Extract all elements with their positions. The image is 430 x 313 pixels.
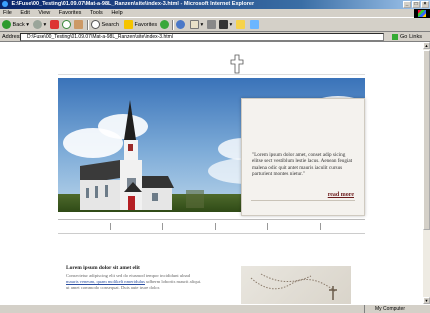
- menu-edit[interactable]: Edit: [20, 10, 29, 16]
- nav-divider: [215, 223, 216, 230]
- section-body: Consectetur adipiscing elit sed do eiusm…: [66, 273, 226, 291]
- refresh-icon: [62, 20, 71, 30]
- stop-button[interactable]: [50, 20, 59, 30]
- nav-divider: [110, 223, 111, 230]
- print-icon: [207, 20, 216, 30]
- discuss-button[interactable]: [236, 20, 245, 30]
- home-icon: [74, 20, 83, 30]
- cross-icon: [230, 54, 244, 74]
- menu-help[interactable]: Help: [111, 10, 122, 16]
- go-button[interactable]: Go: [392, 33, 407, 41]
- body-line-rest: udberm lobortis maurit aliqui.: [144, 279, 202, 284]
- menu-view[interactable]: View: [38, 10, 50, 16]
- chevron-down-icon: ▾: [200, 22, 204, 28]
- toolbar-separator: [87, 20, 89, 30]
- nav-divider: [320, 223, 321, 230]
- history-button[interactable]: [176, 20, 185, 30]
- minimize-button[interactable]: _: [403, 1, 411, 8]
- folder-icon: [236, 20, 245, 30]
- windows-logo-icon: [414, 9, 430, 18]
- menu-tools[interactable]: Tools: [90, 10, 103, 16]
- close-button[interactable]: ×: [421, 1, 429, 8]
- page-viewport: "Lorem ipsum dolor amet, conset adip sic…: [0, 42, 423, 304]
- nav-divider: [162, 223, 163, 230]
- quote-text: "Lorem ipsum dolor amet, conset adip sic…: [252, 152, 353, 178]
- search-label: Search: [101, 22, 119, 28]
- chevron-down-icon: ▾: [26, 22, 30, 28]
- search-icon: [91, 20, 100, 30]
- scroll-thumb[interactable]: [423, 50, 430, 230]
- links-label[interactable]: Links: [409, 32, 422, 42]
- stop-icon: [50, 20, 59, 30]
- body-line: ut amet commodo consequat. Duis aute iru…: [66, 285, 161, 290]
- nav-divider: [267, 223, 268, 230]
- back-arrow-icon: [2, 20, 11, 30]
- messenger-icon: [250, 20, 259, 30]
- home-button[interactable]: [74, 20, 83, 30]
- read-more-link[interactable]: read more: [328, 192, 354, 198]
- mail-button[interactable]: ▾: [190, 20, 203, 30]
- messenger-button[interactable]: [250, 20, 259, 30]
- maximize-button[interactable]: □: [412, 1, 420, 8]
- mail-icon: [190, 20, 199, 30]
- favorites-label: Favorites: [134, 22, 158, 28]
- forward-arrow-icon: [33, 20, 42, 30]
- back-label: Back: [12, 22, 25, 28]
- edit-icon: [219, 20, 228, 30]
- media-button[interactable]: [160, 20, 169, 30]
- toolbar: Back ▾ ▾ Search Favorites ▾ ▾: [0, 18, 430, 32]
- window-controls: _ □ ×: [403, 1, 429, 8]
- rosary-image: [241, 266, 351, 304]
- nav-strip: [58, 219, 365, 234]
- section-title: Lorem ipsum dolor sit amet elit: [66, 265, 140, 271]
- search-button[interactable]: Search: [91, 20, 119, 30]
- chevron-down-icon: ▾: [43, 22, 47, 28]
- forward-button[interactable]: ▾: [33, 20, 46, 30]
- body-link[interactable]: mauris veneum, quam molikelt nmeridulus: [66, 279, 145, 284]
- window-title: E:\Fuse\00_Testing\01.09.07\Mat-a-98L_Ra…: [11, 1, 255, 7]
- header-divider: [58, 74, 365, 75]
- toolbar-separator: [172, 20, 174, 30]
- media-icon: [160, 20, 169, 30]
- star-icon: [124, 20, 133, 30]
- chevron-down-icon: ▾: [229, 22, 233, 28]
- scroll-up-button[interactable]: ▲: [423, 42, 430, 49]
- back-button[interactable]: Back ▾: [2, 20, 29, 30]
- nav-bottom-rule: [58, 233, 365, 234]
- ie-logo-icon: [2, 1, 8, 7]
- quote-panel: "Lorem ipsum dolor amet, conset adip sic…: [241, 98, 365, 216]
- history-icon: [176, 20, 185, 30]
- go-arrow-icon: [392, 33, 398, 40]
- address-bar: Address D:\Fuse\00_Testing\01.09.07\Mat-…: [0, 32, 430, 42]
- print-button[interactable]: [207, 20, 216, 30]
- menu-favorites[interactable]: Favorites: [59, 10, 82, 16]
- status-bar: My Computer: [0, 304, 430, 313]
- scroll-down-button[interactable]: ▼: [423, 297, 430, 304]
- favorites-button[interactable]: Favorites: [124, 20, 157, 30]
- edit-button[interactable]: ▾: [219, 20, 232, 30]
- quote-divider: [251, 200, 355, 201]
- refresh-button[interactable]: [62, 20, 71, 30]
- church-image: [80, 100, 204, 210]
- window-titlebar: E:\Fuse\00_Testing\01.09.07\Mat-a-98L_Ra…: [0, 0, 430, 9]
- menu-file[interactable]: File: [3, 10, 12, 16]
- go-label: Go: [400, 34, 408, 40]
- vertical-scrollbar[interactable]: ▲ ▼: [423, 42, 430, 304]
- menu-bar: File Edit View Favorites Tools Help: [0, 9, 430, 18]
- address-input[interactable]: D:\Fuse\00_Testing\01.09.07\Mat-a-98L_Ra…: [20, 33, 384, 41]
